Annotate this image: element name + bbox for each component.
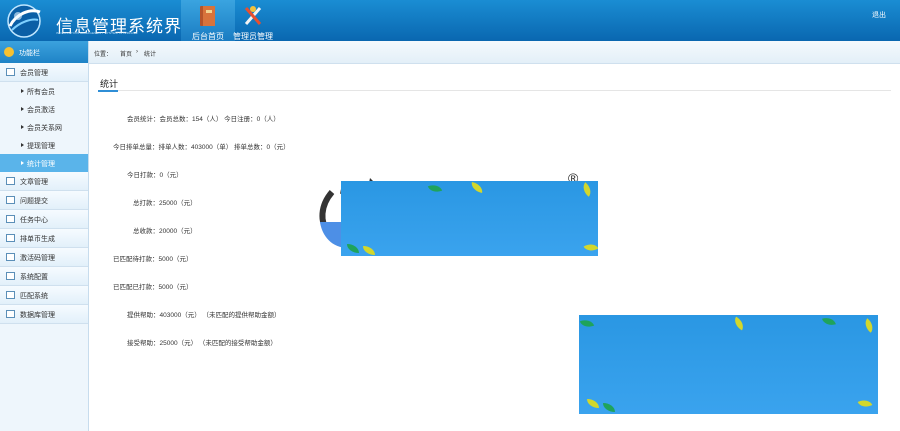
leaf-icon	[861, 318, 877, 333]
title-divider	[98, 90, 891, 91]
globe-logo-icon	[7, 4, 41, 38]
edit-icon	[6, 310, 15, 318]
menu-group-members[interactable]: 会员管理	[0, 63, 88, 82]
menu-group-label: 会员管理	[20, 70, 48, 77]
stat-row-members: 会员统计：会员总数：154（人） 今日注册：0（人）	[127, 116, 280, 123]
stat-row-today-paid: 今日打款：0（元）	[127, 172, 183, 179]
stat-row-receive-help: 接受帮助：25000（元） （未匹配的接受帮助金额）	[127, 340, 277, 347]
tools-icon	[244, 6, 262, 25]
leaf-icon	[822, 315, 836, 328]
menu-group-label: 匹配系统	[20, 293, 48, 300]
app-subtitle: INFORMATION MANAGEMENT SYSTEM INTERFACE	[56, 31, 138, 35]
overlay-banner-2	[579, 315, 878, 414]
sub-item-label: 会员关系网	[27, 125, 62, 132]
nav-admin[interactable]: 管理员管理	[226, 0, 280, 41]
book-icon	[200, 6, 215, 26]
menu-group-matching[interactable]: 匹配系统	[0, 286, 88, 305]
stat-row-total-received: 总收款：20000（元）	[133, 228, 197, 235]
menu-group-label: 系统配置	[20, 274, 48, 281]
sub-item-label: 会员激活	[27, 107, 55, 114]
overlay-banner-1	[341, 181, 598, 256]
menu-toggle-icon	[4, 47, 14, 57]
menu-group-label: 激活码管理	[20, 255, 55, 262]
page-title: 统计	[100, 79, 119, 89]
menu-group-config[interactable]: 系统配置	[0, 267, 88, 286]
arrow-right-icon	[21, 143, 24, 147]
menu-group-label: 文章管理	[20, 179, 48, 186]
sub-item-statistics[interactable]: 统计管理	[0, 154, 88, 172]
arrow-right-icon	[21, 89, 24, 93]
menu-group-tasks[interactable]: 任务中心	[0, 210, 88, 229]
leaf-icon	[579, 182, 595, 197]
menu-group-database[interactable]: 数据库管理	[0, 305, 88, 324]
leaf-icon	[587, 399, 599, 408]
grid-icon	[6, 253, 15, 261]
stat-row-matched-pending: 已匹配待打款：5000（元）	[113, 256, 193, 263]
menu-group-coins[interactable]: 排单币生成	[0, 229, 88, 248]
menu-group-questions[interactable]: 问题提交	[0, 191, 88, 210]
sub-item-activation[interactable]: 会员激活	[0, 100, 88, 118]
leaf-icon	[603, 403, 615, 412]
breadcrumb-current: 统计	[144, 52, 157, 58]
menu-group-label: 排单币生成	[20, 236, 55, 243]
sidebar-title: 功能栏	[19, 50, 40, 57]
sub-item-label: 统计管理	[27, 161, 55, 168]
edit-icon	[6, 215, 15, 223]
edit-icon	[6, 177, 15, 185]
leaf-icon	[857, 396, 873, 411]
menu-group-articles[interactable]: 文章管理	[0, 172, 88, 191]
leaf-icon	[427, 182, 443, 195]
grid-icon	[6, 234, 15, 242]
stat-row-total-paid: 总打款：25000（元）	[133, 200, 197, 207]
logout-link[interactable]: 退出	[872, 10, 886, 20]
leaf-icon	[470, 182, 484, 193]
breadcrumb: 位置： 首页 › 统计	[89, 41, 900, 64]
arrow-right-icon	[21, 107, 24, 111]
sub-item-label: 提现管理	[27, 143, 55, 150]
leaf-icon	[731, 316, 747, 331]
sidebar: 功能栏 会员管理 所有会员 会员激活 会员关系网 提现管理 统计管理 文章管理 …	[0, 41, 89, 431]
sub-item-withdraw[interactable]: 提现管理	[0, 136, 88, 154]
sidebar-header: 功能栏	[0, 41, 88, 63]
grid-icon	[6, 291, 15, 299]
sub-item-all-members[interactable]: 所有会员	[0, 82, 88, 100]
breadcrumb-home[interactable]: 首页	[120, 49, 132, 58]
stat-row-provide-help: 提供帮助：403000（元） （未匹配的提供帮助金额）	[127, 312, 281, 319]
leaf-icon	[347, 244, 359, 253]
list-icon	[6, 68, 15, 76]
breadcrumb-separator: ›	[136, 49, 138, 55]
stat-row-matched-paid: 已匹配已打款：5000（元）	[113, 284, 193, 291]
edit-icon	[6, 196, 15, 204]
menu-group-label: 任务中心	[20, 217, 48, 224]
menu-group-codes[interactable]: 激活码管理	[0, 248, 88, 267]
grid-icon	[6, 272, 15, 280]
top-header: 信息管理系统界面 INFORMATION MANAGEMENT SYSTEM I…	[0, 0, 900, 41]
menu-group-label: 数据库管理	[20, 312, 55, 319]
leaf-icon	[363, 246, 375, 255]
breadcrumb-prefix: 位置：	[94, 52, 113, 58]
leaf-icon	[583, 240, 598, 255]
title-underline	[98, 90, 118, 92]
sub-item-label: 所有会员	[27, 89, 55, 96]
leaf-icon	[579, 317, 595, 330]
arrow-right-icon	[21, 161, 24, 165]
menu-group-label: 问题提交	[20, 198, 48, 205]
stat-row-orders: 今日排单总量：排单人数：403000（单） 排单总数：0（元）	[113, 144, 290, 151]
sub-item-network[interactable]: 会员关系网	[0, 118, 88, 136]
arrow-right-icon	[21, 125, 24, 129]
